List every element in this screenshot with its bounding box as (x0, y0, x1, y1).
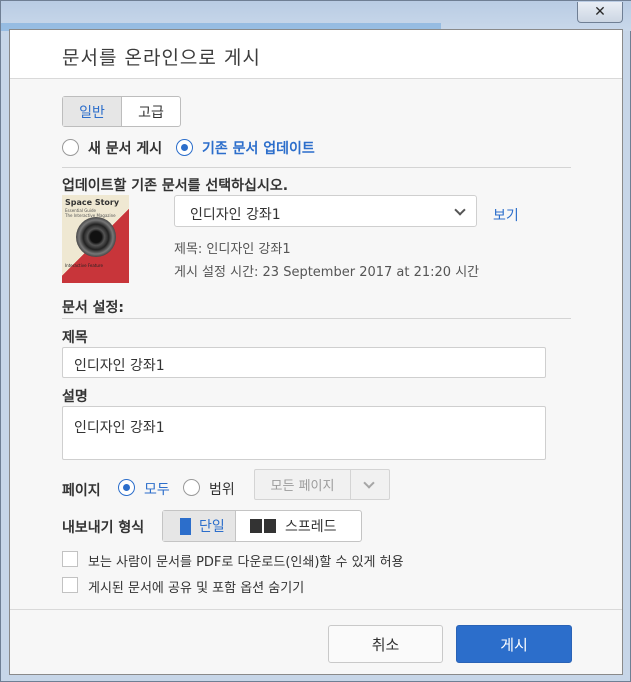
export-spread-option[interactable]: 스프레드 (236, 511, 361, 541)
description-value: 인디자인 강좌1 (74, 420, 165, 436)
radio-pages-range[interactable] (183, 479, 200, 496)
dialog-title: 문서를 온라인으로 게시 (62, 47, 261, 69)
window-titlebar (1, 1, 631, 31)
window-close-button[interactable]: ✕ (577, 2, 623, 23)
close-icon: ✕ (594, 4, 606, 20)
cancel-button[interactable]: 취소 (328, 625, 443, 663)
existing-document-value: 인디자인 강좌1 (190, 207, 281, 223)
export-format-toggle: 단일 스프레드 (162, 510, 362, 542)
radio-pages-range-label: 범위 (209, 482, 235, 498)
title-input-value: 인디자인 강좌1 (74, 358, 165, 374)
radio-pages-all-label: 모두 (144, 482, 170, 498)
title-input[interactable]: 인디자인 강좌1 (62, 347, 546, 378)
cover-spiral-graphic (76, 217, 116, 257)
radio-update-existing[interactable] (176, 139, 193, 156)
radio-new-document-label: 새 문서 게시 (88, 141, 163, 157)
existing-document-heading: 업데이트할 기존 문서를 선택하십시오. (62, 178, 289, 194)
chevron-down-icon (454, 204, 466, 216)
radio-new-document[interactable] (62, 139, 79, 156)
hide-share-options-checkbox[interactable] (62, 577, 78, 593)
export-format-label: 내보내기 형식 (62, 520, 145, 536)
description-field-label: 설명 (62, 389, 88, 405)
description-textarea[interactable]: 인디자인 강좌1 (62, 406, 546, 460)
single-page-icon (180, 517, 191, 535)
tab-bar: 일반 고급 (62, 96, 181, 127)
document-cover-thumbnail: Space Story Essential Guide The Interact… (62, 195, 129, 283)
divider (62, 318, 571, 319)
footer-divider (10, 609, 622, 610)
hide-share-options-label: 게시된 문서에 공유 및 포함 옵션 숨기기 (88, 581, 305, 596)
dialog-header: 문서를 온라인으로 게시 (10, 30, 622, 79)
publish-button[interactable]: 게시 (456, 625, 572, 663)
tab-general[interactable]: 일반 (63, 97, 122, 126)
document-settings-heading: 문서 설정: (62, 300, 124, 316)
radio-update-existing-label: 기존 문서 업데이트 (202, 141, 315, 157)
document-title-info: 제목: 인디자인 강좌1 (174, 242, 291, 257)
export-spread-label: 스프레드 (285, 519, 337, 535)
chevron-down-icon (351, 470, 389, 499)
document-published-info: 게시 설정 시간: 23 September 2017 at 21:20 시간 (174, 265, 480, 280)
page-range-value: 모든 페이지 (255, 470, 351, 499)
tab-advanced[interactable]: 고급 (122, 97, 180, 126)
export-single-option[interactable]: 단일 (163, 511, 236, 541)
allow-download-checkbox[interactable] (62, 551, 78, 567)
cover-footer: Interactive Feature (65, 263, 103, 268)
publish-online-dialog: 문서를 온라인으로 게시 일반 고급 새 문서 게시 기존 문서 업데이트 업데… (9, 29, 623, 675)
existing-document-select[interactable]: 인디자인 강좌1 (174, 195, 477, 227)
cover-title: Space Story (65, 198, 120, 207)
export-single-label: 단일 (199, 519, 225, 535)
page-range-dropdown: 모든 페이지 (254, 469, 390, 500)
pages-label: 페이지 (62, 483, 101, 499)
cover-tagline: The Interactive Magazine (65, 213, 116, 218)
divider (62, 167, 571, 168)
spread-page-icon (250, 519, 276, 533)
allow-download-label: 보는 사람이 문서를 PDF로 다운로드(인쇄)할 수 있게 허용 (88, 555, 404, 570)
view-link[interactable]: 보기 (493, 205, 519, 225)
radio-pages-all[interactable] (118, 479, 135, 496)
title-field-label: 제목 (62, 330, 88, 346)
